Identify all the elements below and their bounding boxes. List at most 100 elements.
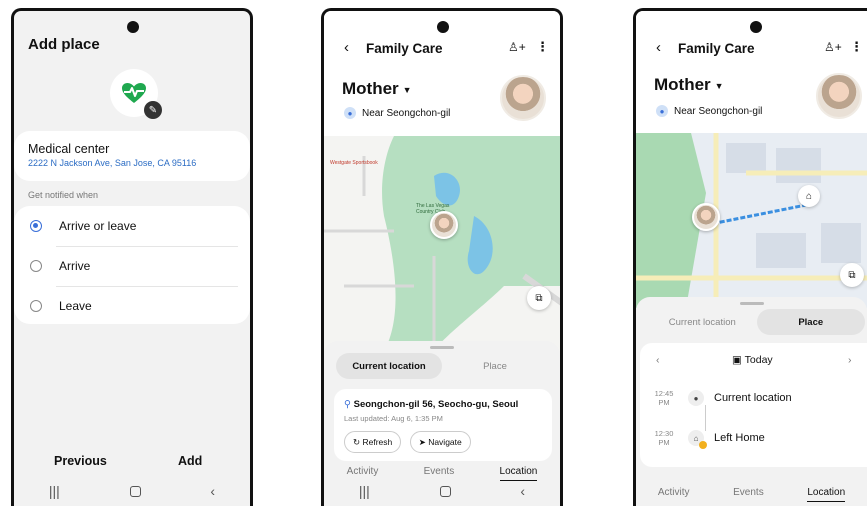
- segment-control: Current location Place: [648, 309, 865, 335]
- home-icon[interactable]: ⌂: [798, 185, 820, 207]
- edit-icon[interactable]: ✎: [144, 101, 162, 119]
- tab-location[interactable]: Location: [807, 487, 846, 502]
- address-text: Seongchon-gil 56, Seocho-gu, Seoul: [353, 399, 519, 410]
- refresh-icon: ↻: [353, 436, 363, 447]
- notify-options: Arrive or leave Arrive Leave: [14, 206, 250, 324]
- location-pin-icon: ●: [656, 105, 668, 117]
- time-value: 12:45: [654, 389, 674, 398]
- timeline-label: Left Home: [714, 432, 765, 444]
- navigate-icon: ➤: [418, 436, 429, 447]
- bottom-sheet: Current location Place ‹ ▣ Today › 12:45…: [636, 297, 867, 506]
- place-address: 2222 N Jackson Ave, San Jose, CA 95116: [28, 158, 197, 168]
- option-leave[interactable]: Leave: [14, 286, 250, 326]
- radio-selected[interactable]: [30, 220, 42, 232]
- person-name: Mother: [654, 75, 711, 94]
- sheet-handle[interactable]: [739, 302, 764, 305]
- previous-button[interactable]: Previous: [54, 454, 107, 468]
- place-name: Medical center: [28, 142, 110, 156]
- more-options-icon[interactable]: ⋮: [536, 39, 549, 55]
- address-line: ⚲ Seongchon-gil 56, Seocho-gu, Seoul: [344, 399, 542, 410]
- navigate-label: Navigate: [428, 437, 462, 447]
- phone-current-location: ‹ Family Care ♙+ ⋮ Mother ▼ ● Near Seongc…: [321, 8, 563, 506]
- person-selector[interactable]: Mother ▼: [342, 79, 412, 99]
- location-summary: ● Near Seongchon-gil: [656, 105, 762, 117]
- timeline-item[interactable]: 12:45 PM ● Current location: [640, 383, 867, 413]
- time-ampm: PM: [658, 438, 670, 447]
- place-card[interactable]: Medical center 2222 N Jackson Ave, San J…: [14, 131, 250, 181]
- header: ‹ Family Care ♙+ ⋮ Mother ▼ ● Near Seongc…: [636, 11, 867, 133]
- front-camera: [750, 21, 762, 33]
- time-value: 12:30: [654, 429, 674, 438]
- avatar[interactable]: [500, 75, 546, 121]
- action-chips: ↻ Refresh ➤ Navigate: [344, 431, 542, 453]
- timeline-time: 12:45 PM: [640, 389, 688, 407]
- bottom-sheet: Current location Place ⚲ Seongchon-gil 5…: [324, 341, 560, 506]
- dropdown-caret-icon: ▼: [714, 80, 724, 91]
- home-icon: ⌂: [688, 430, 707, 449]
- map-view[interactable]: ⌂ ⧉: [636, 133, 867, 308]
- tab-current-location[interactable]: Current location: [336, 353, 442, 379]
- timeline-label: Current location: [714, 392, 792, 404]
- segment-control: Current location Place: [336, 353, 548, 379]
- location-summary: ● Near Seongchon-gil: [344, 107, 450, 119]
- back-icon[interactable]: ‹: [656, 39, 661, 56]
- tab-current-location[interactable]: Current location: [648, 309, 757, 335]
- location-near-text: Near Seongchon-gil: [362, 107, 451, 119]
- member-map-marker[interactable]: [430, 211, 458, 239]
- system-nav-bar: ||| ‹: [324, 476, 560, 506]
- back-nav-icon[interactable]: ‹: [520, 483, 525, 499]
- map-label: Westgate Sportsbook: [330, 160, 378, 166]
- recents-icon[interactable]: |||: [359, 483, 370, 499]
- prev-day-icon[interactable]: ‹: [656, 354, 660, 366]
- person-selector[interactable]: Mother ▼: [654, 75, 724, 95]
- app-title: Family Care: [678, 41, 755, 56]
- map-view[interactable]: Westgate Sportsbook The Las Vegas Countr…: [324, 136, 560, 351]
- timeline-item[interactable]: 12:30 PM ⌂ Left Home: [640, 423, 867, 453]
- radio[interactable]: [30, 260, 42, 272]
- option-arrive[interactable]: Arrive: [14, 246, 250, 286]
- tab-activity[interactable]: Activity: [658, 487, 690, 506]
- option-label: Leave: [59, 299, 92, 313]
- option-arrive-or-leave[interactable]: Arrive or leave: [14, 206, 250, 246]
- home-nav-icon[interactable]: [439, 485, 451, 497]
- avatar[interactable]: [816, 73, 862, 119]
- add-person-icon[interactable]: ♙+: [508, 40, 526, 54]
- heart-pulse-icon: [122, 83, 146, 103]
- bottom-tabs: Activity Events Location: [636, 487, 867, 506]
- recents-icon[interactable]: |||: [49, 483, 60, 499]
- refresh-button[interactable]: ↻ Refresh: [344, 431, 402, 453]
- notify-label: Get notified when: [28, 190, 99, 200]
- map-layers-icon[interactable]: ⧉: [840, 263, 864, 287]
- back-nav-icon[interactable]: ‹: [210, 483, 215, 499]
- tab-events[interactable]: Events: [733, 487, 764, 506]
- map-layers-icon[interactable]: ⧉: [527, 286, 551, 310]
- app-title: Family Care: [366, 41, 443, 56]
- more-options-icon[interactable]: ⋮: [850, 39, 863, 55]
- page-title: Add place: [28, 36, 100, 53]
- member-map-marker[interactable]: [692, 203, 720, 231]
- sheet-handle[interactable]: [430, 346, 454, 349]
- phone-place-timeline: ‹ Family Care ♙+ ⋮ Mother ▼ ● Near Seongc…: [633, 8, 867, 506]
- refresh-label: Refresh: [362, 437, 393, 447]
- add-button[interactable]: Add: [178, 454, 202, 468]
- tab-place[interactable]: Place: [756, 309, 865, 335]
- next-day-icon[interactable]: ›: [848, 354, 852, 366]
- option-label: Arrive: [59, 259, 91, 273]
- add-person-icon[interactable]: ♙+: [824, 40, 842, 54]
- date-label[interactable]: ▣ Today: [732, 354, 773, 366]
- dropdown-caret-icon: ▼: [402, 84, 412, 95]
- back-icon[interactable]: ‹: [344, 39, 349, 56]
- home-nav-icon[interactable]: [129, 485, 141, 497]
- front-camera: [437, 21, 449, 33]
- location-card: ⚲ Seongchon-gil 56, Seocho-gu, Seoul Las…: [334, 389, 552, 461]
- phone-add-place: Add place ✎ Medical center 2222 N Jackso…: [11, 8, 253, 506]
- date-text: Today: [744, 354, 773, 366]
- place-icon-picker[interactable]: ✎: [110, 69, 162, 119]
- location-near-text: Near Seongchon-gil: [674, 105, 763, 117]
- radio[interactable]: [30, 300, 42, 312]
- navigate-button[interactable]: ➤ Navigate: [409, 431, 471, 453]
- last-updated: Last updated: Aug 6, 1:35 PM: [344, 414, 443, 423]
- tab-place[interactable]: Place: [442, 353, 548, 379]
- location-pin-icon: ●: [688, 390, 704, 406]
- location-pin-icon: ⚲: [344, 399, 354, 410]
